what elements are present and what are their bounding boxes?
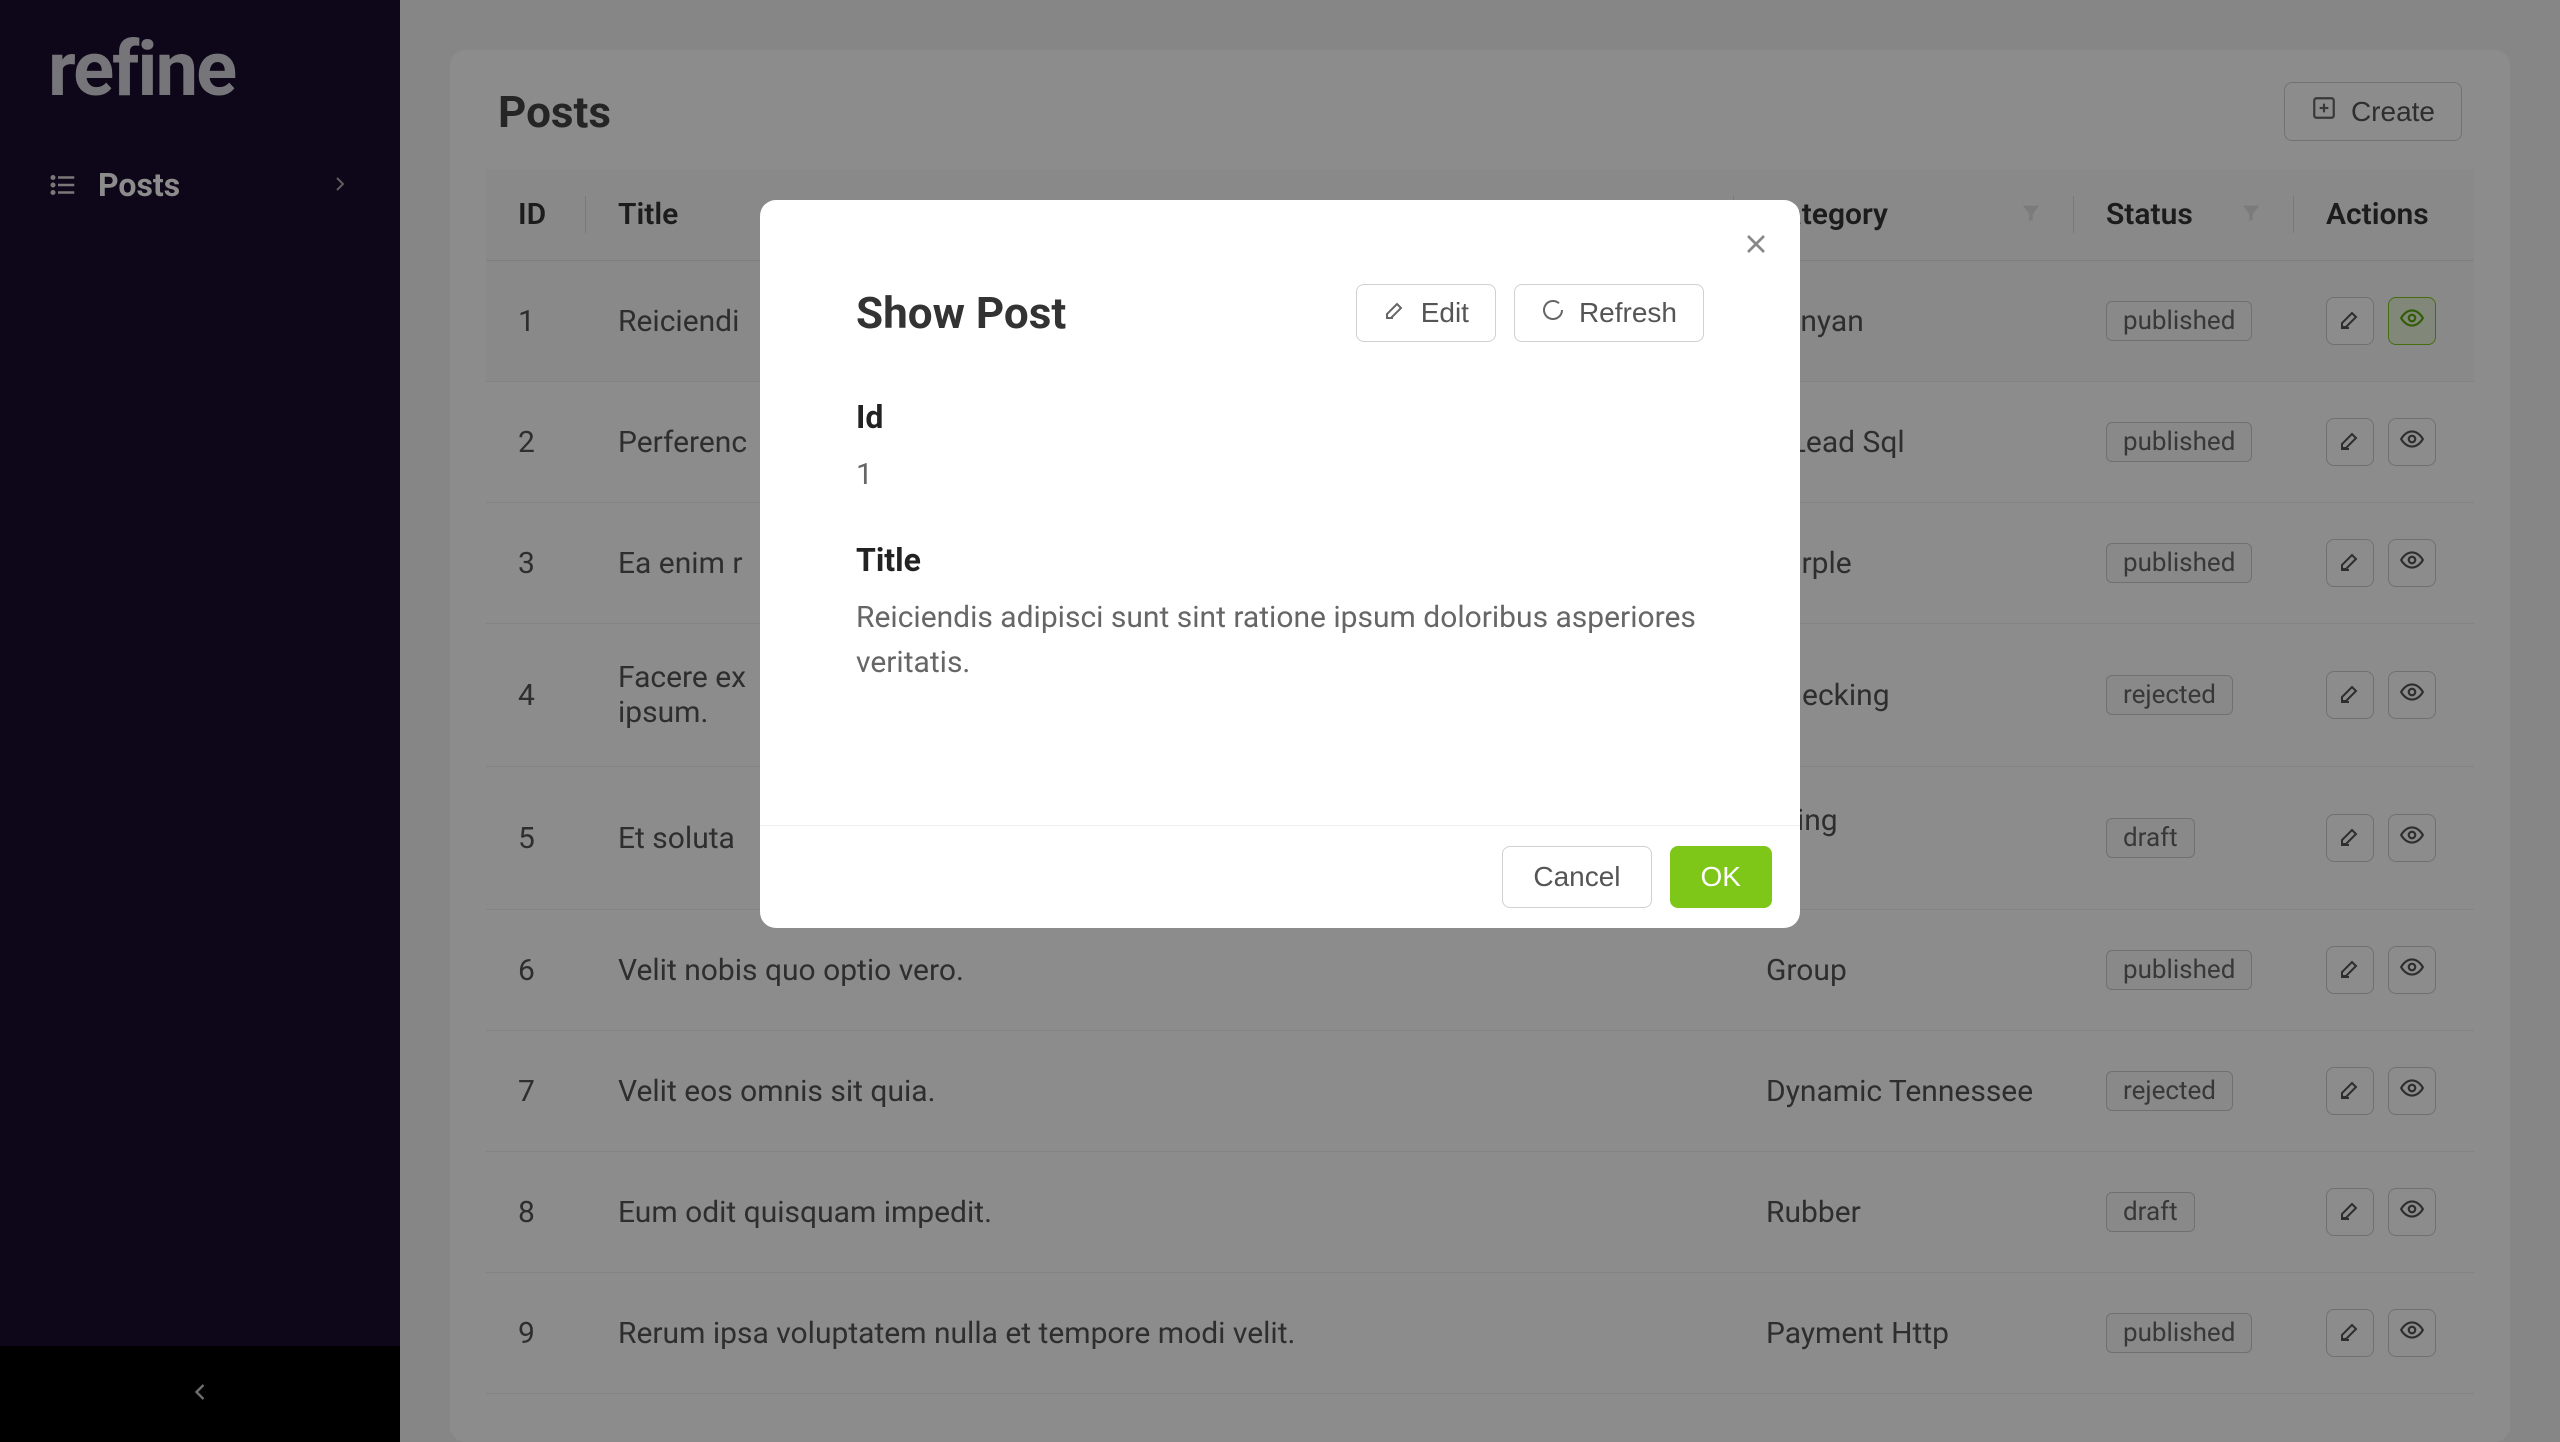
modal-overlay[interactable]: Show Post Edit Refresh bbox=[0, 0, 2560, 1442]
show-post-modal: Show Post Edit Refresh bbox=[760, 200, 1800, 928]
edit-button-label: Edit bbox=[1421, 297, 1469, 329]
modal-title: Show Post bbox=[856, 287, 1066, 339]
pencil-icon bbox=[1383, 297, 1407, 329]
field-title-value: Reiciendis adipisci sunt sint ratione ip… bbox=[856, 595, 1704, 685]
refresh-icon bbox=[1541, 297, 1565, 329]
edit-button[interactable]: Edit bbox=[1356, 284, 1496, 342]
field-id-value: 1 bbox=[856, 452, 1704, 497]
ok-button[interactable]: OK bbox=[1670, 846, 1772, 908]
field-id-label: Id bbox=[856, 398, 1704, 436]
close-icon[interactable] bbox=[1740, 228, 1772, 264]
refresh-button[interactable]: Refresh bbox=[1514, 284, 1704, 342]
cancel-button[interactable]: Cancel bbox=[1502, 846, 1651, 908]
field-title-label: Title bbox=[856, 541, 1704, 579]
refresh-button-label: Refresh bbox=[1579, 297, 1677, 329]
